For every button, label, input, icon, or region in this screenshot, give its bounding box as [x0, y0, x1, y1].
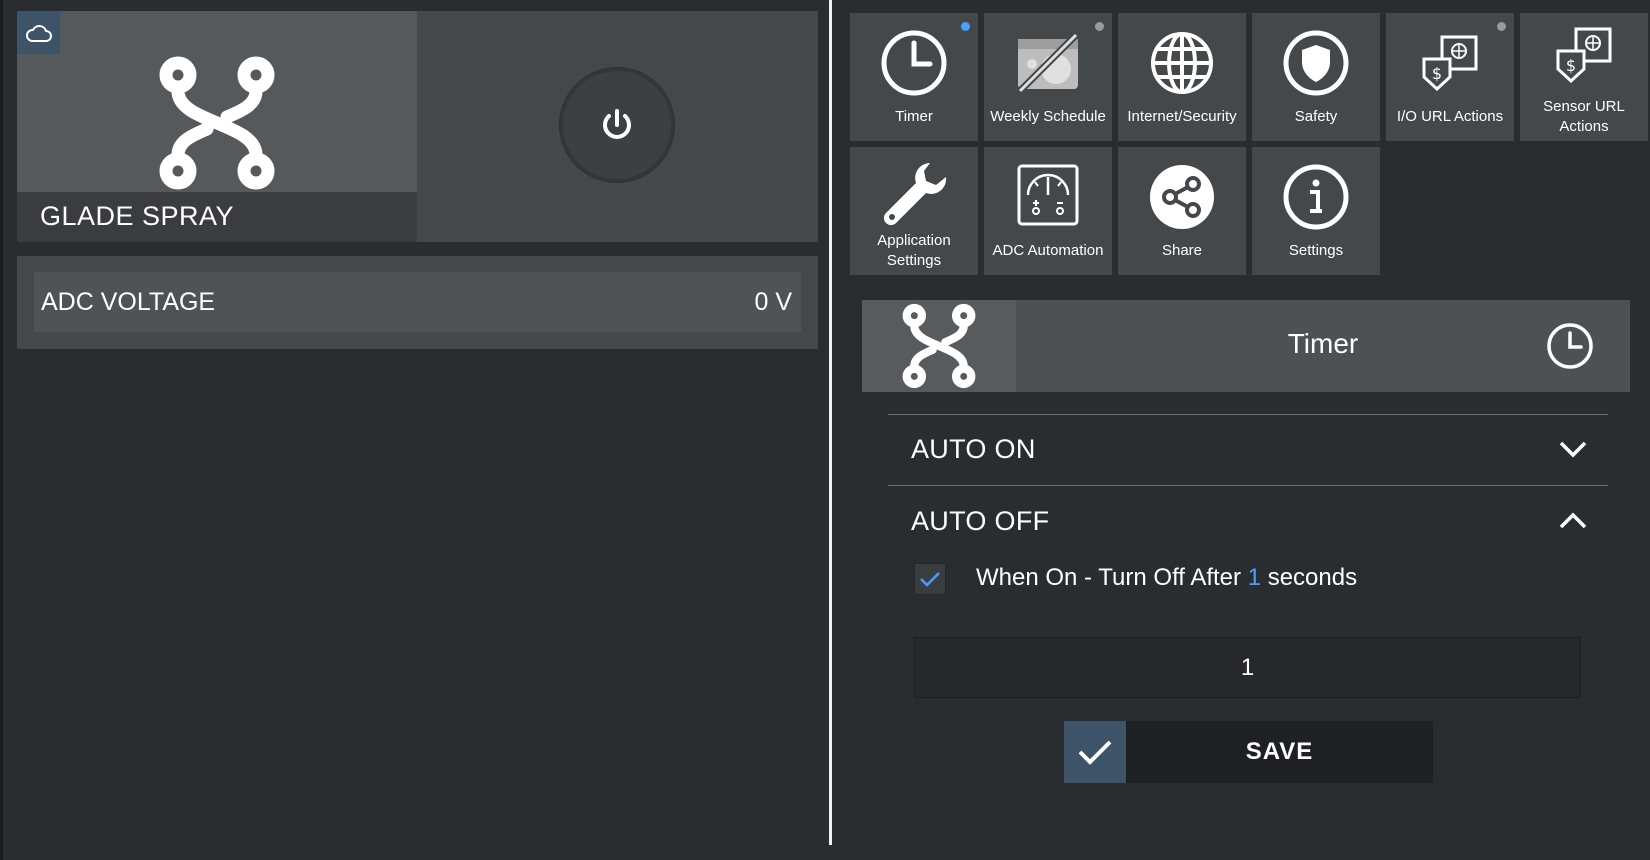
- adc-card: ADC VOLTAGE 0 V: [17, 256, 818, 349]
- tile-label: I/O URL Actions: [1396, 108, 1504, 125]
- relay-switch-icon: [157, 53, 277, 198]
- save-label: SAVE: [1245, 738, 1314, 765]
- gauge-icon: [984, 163, 1112, 227]
- svg-text:$: $: [1566, 56, 1576, 75]
- tile-safety[interactable]: Safety: [1252, 13, 1380, 141]
- timer-header: Timer: [862, 300, 1630, 392]
- chevron-up-icon[interactable]: [1558, 511, 1588, 536]
- relay-switch-icon: [862, 300, 1016, 392]
- tile-label: Sensor URL Actions: [1543, 98, 1625, 135]
- svg-text:$: $: [1432, 64, 1442, 83]
- tile-label: Timer: [895, 108, 933, 125]
- device-name: GLADE SPRAY: [40, 201, 235, 231]
- globe-icon: [1118, 29, 1246, 97]
- checkmark-icon: [1064, 721, 1126, 783]
- tile-adc-automation[interactable]: ADC Automation: [984, 147, 1112, 275]
- tile-weekly-schedule[interactable]: Weekly Schedule: [984, 13, 1112, 141]
- auto-off-text-after: seconds: [1267, 564, 1358, 591]
- adc-value: 0 V: [754, 288, 792, 316]
- shield-icon: [1252, 29, 1380, 97]
- url-actions-icon: $: [1386, 29, 1514, 97]
- tile-settings[interactable]: Settings: [1252, 147, 1380, 275]
- tile-application-settings[interactable]: Application Settings: [850, 147, 978, 275]
- cloud-icon[interactable]: [17, 11, 60, 54]
- tile-sensor-url-actions[interactable]: $ Sensor URL Actions: [1520, 13, 1648, 141]
- share-icon: [1118, 163, 1246, 231]
- tile-timer[interactable]: Timer: [850, 13, 978, 141]
- tile-label: Weekly Schedule: [990, 108, 1106, 125]
- tile-label: Safety: [1294, 108, 1338, 125]
- auto-off-seconds-value: 1: [1247, 564, 1262, 591]
- device-image-area[interactable]: GLADE SPRAY: [17, 11, 417, 242]
- adc-label: ADC VOLTAGE: [41, 288, 216, 316]
- calendar-off-icon: [984, 29, 1112, 97]
- tile-internet-security[interactable]: Internet/Security: [1118, 13, 1246, 141]
- tile-io-url-actions[interactable]: $ I/O URL Actions: [1386, 13, 1514, 141]
- sensor-url-icon: $: [1520, 21, 1648, 89]
- power-button[interactable]: [560, 68, 674, 182]
- tile-label: Share: [1161, 242, 1203, 259]
- auto-off-section[interactable]: AUTO OFF: [888, 486, 1608, 556]
- auto-on-section[interactable]: AUTO ON: [888, 415, 1608, 485]
- checkmark-icon: [920, 572, 940, 587]
- tile-label: Settings: [1288, 242, 1344, 259]
- tile-share[interactable]: Share: [1118, 147, 1246, 275]
- auto-off-title: AUTO OFF: [911, 506, 1050, 536]
- left-panel: GLADE SPRAY ADC VOLTAGE 0 V: [0, 0, 829, 860]
- clock-icon: [850, 29, 978, 97]
- wrench-icon: [850, 157, 978, 229]
- power-icon: [603, 109, 631, 139]
- auto-off-checkbox[interactable]: [914, 563, 946, 595]
- seconds-input[interactable]: [914, 637, 1581, 698]
- save-button[interactable]: SAVE: [1064, 721, 1433, 783]
- device-name-bar: GLADE SPRAY: [17, 192, 417, 242]
- tile-label: ADC Automation: [992, 242, 1104, 259]
- tile-label: Application Settings: [877, 232, 951, 269]
- device-card: GLADE SPRAY: [17, 11, 818, 242]
- auto-off-description: When On - Turn Off After 1 seconds: [976, 564, 1357, 592]
- timer-panel-title: Timer: [1287, 328, 1359, 359]
- clock-icon: [1546, 322, 1594, 375]
- auto-off-text-before: When On - Turn Off After: [976, 564, 1241, 591]
- adc-voltage-row: ADC VOLTAGE 0 V: [34, 272, 801, 332]
- info-icon: [1252, 163, 1380, 231]
- tile-label: Internet/Security: [1127, 108, 1237, 125]
- auto-on-title: AUTO ON: [911, 434, 1036, 464]
- chevron-down-icon[interactable]: [1558, 439, 1588, 464]
- right-panel: Timer Weekly Schedule Internet/Security …: [832, 0, 1650, 860]
